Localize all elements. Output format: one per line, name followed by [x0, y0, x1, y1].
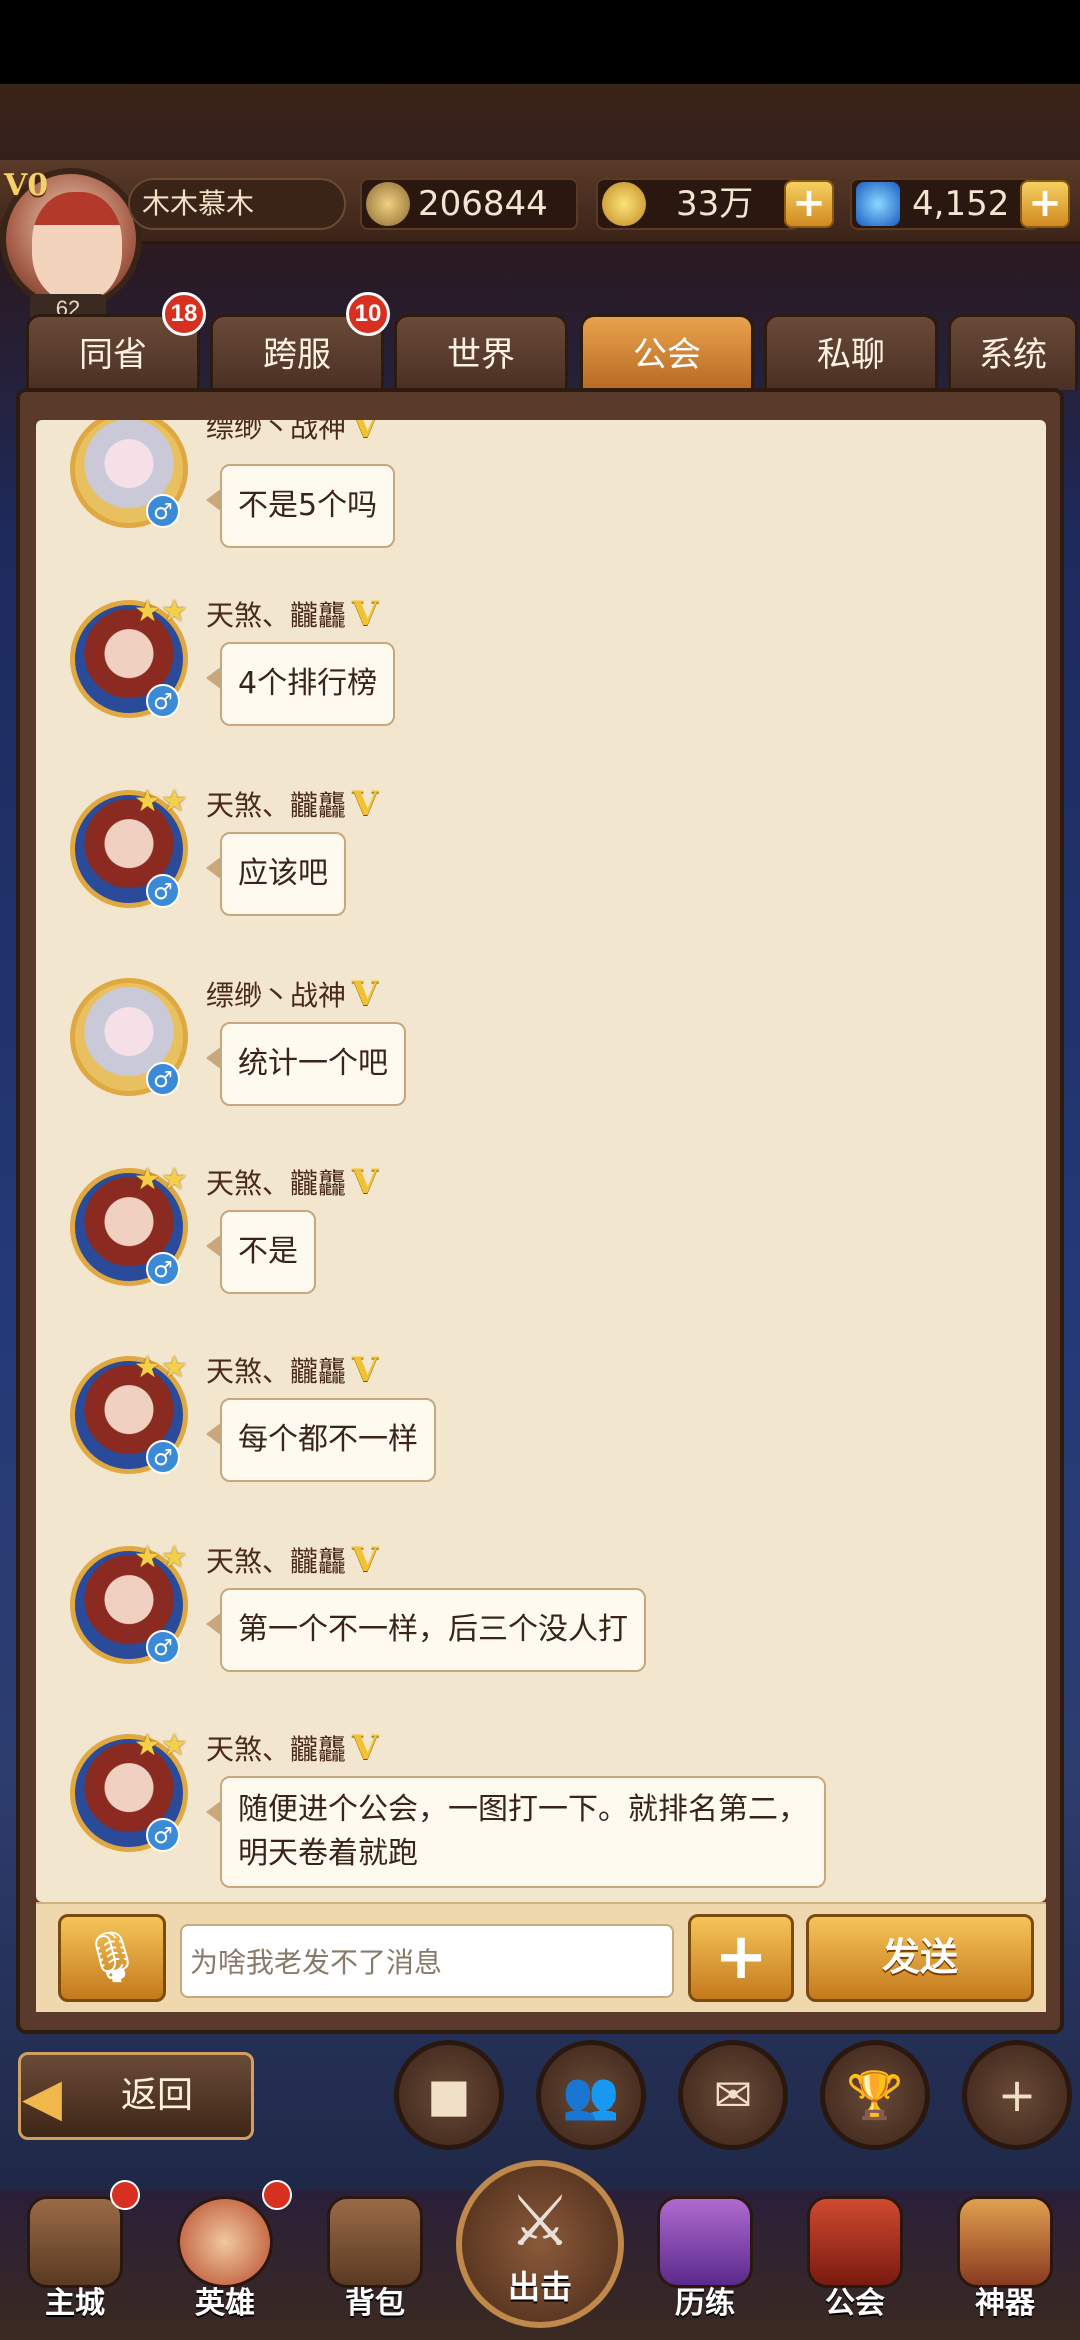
nav-label: 出击 [507, 2268, 572, 2306]
gem-value: 4,152 [912, 184, 1010, 224]
chat-message-input[interactable] [180, 1924, 674, 1998]
plus-icon: + [714, 1920, 768, 1994]
sender-name: 天煞、龖龘 V [206, 1162, 379, 1202]
gold-display: 33万 [596, 178, 800, 230]
trophy-icon: 🏆 [846, 2068, 904, 2122]
male-icon: ♂ [146, 1062, 180, 1096]
send-button[interactable]: 发送 [806, 1914, 1034, 2002]
message-bubble: 随便进个公会，一图打一下。就排名第二， 明天卷着就跑 [206, 1776, 826, 1888]
castle-icon [27, 2196, 123, 2288]
nav-label: 历练 [675, 2286, 735, 2321]
people-icon: 👥 [562, 2068, 620, 2122]
star-icon: ★★ [134, 1728, 188, 1763]
power-value: 206844 [418, 184, 548, 224]
nav-label: 主城 [45, 2286, 105, 2321]
tab-world[interactable]: 世界 [394, 314, 568, 390]
message-bubble: 每个都不一样 [206, 1398, 436, 1482]
nav-guild[interactable]: 公会 [790, 2196, 920, 2336]
message-bubble: 第一个不一样，后三个没人打 [206, 1588, 646, 1672]
video-button[interactable]: ■ [394, 2040, 504, 2150]
tab-cross-server-badge: 10 [346, 292, 390, 336]
power-display: 206844 [360, 178, 578, 230]
envelope-icon: ✉ [713, 2068, 753, 2122]
nav-main-city[interactable]: 主城 [10, 2196, 140, 2336]
message-bubble: 4个排行榜 [205, 642, 396, 726]
message-bubble: 不是 [206, 1210, 316, 1294]
mail-button[interactable]: ✉ [678, 2040, 788, 2150]
message-bubble: 不是5个吗 [205, 464, 396, 548]
star-icon: ★★ [134, 594, 188, 629]
voice-button[interactable]: 🎙 [58, 1914, 166, 2002]
gold-value: 33万 [676, 184, 754, 224]
plus-icon: + [997, 2068, 1037, 2122]
sender-name: 天煞、龖龘 V [206, 784, 379, 824]
star-icon: ★★ [134, 784, 188, 819]
add-gold-button[interactable]: + [784, 180, 834, 228]
backpack-icon [327, 2196, 423, 2288]
male-icon: ♂ [146, 874, 180, 908]
nav-training[interactable]: 历练 [640, 2196, 770, 2336]
ranking-button[interactable]: 🏆 [820, 2040, 930, 2150]
star-icon: ★★ [134, 1350, 188, 1385]
male-icon: ♂ [146, 1630, 180, 1664]
male-icon: ♂ [146, 684, 180, 718]
message-bubble: 应该吧 [206, 832, 346, 916]
tab-guild[interactable]: 公会 [580, 314, 754, 390]
nav-label: 背包 [345, 2286, 405, 2321]
sender-name: 天煞、龖龘 V [206, 1728, 379, 1768]
male-icon: ♂ [146, 1440, 180, 1474]
sender-name: 缥缈丶战神 V [206, 420, 379, 446]
avatar-face-icon [32, 192, 122, 302]
hero-icon [177, 2196, 273, 2288]
tab-province-badge: 18 [162, 292, 206, 336]
gem-icon [856, 182, 900, 226]
add-gem-button[interactable]: + [1020, 180, 1070, 228]
star-icon: ★★ [134, 1162, 188, 1197]
male-icon: ♂ [146, 1818, 180, 1852]
back-label: 返回 [121, 2075, 194, 2116]
nav-label: 神器 [975, 2286, 1035, 2321]
nav-backpack[interactable]: 背包 [310, 2196, 440, 2336]
status-area [0, 0, 1080, 84]
crossed-swords-icon: ⚔ [508, 2180, 572, 2262]
more-button[interactable]: + [962, 2040, 1072, 2150]
male-icon: ♂ [146, 494, 180, 528]
artifact-icon [957, 2196, 1053, 2288]
nav-heroes[interactable]: 英雄 [160, 2196, 290, 2336]
vip-level: V0 [4, 168, 49, 203]
male-icon: ♂ [146, 1252, 180, 1286]
microphone-icon: 🎙 [80, 1928, 144, 1986]
tab-system[interactable]: 系统 [948, 314, 1078, 390]
gold-coin-icon [602, 182, 646, 226]
star-icon: ★★ [134, 1540, 188, 1575]
sender-name: 天煞、龖龘 V [206, 1540, 379, 1580]
tab-private[interactable]: 私聊 [764, 314, 938, 390]
add-attachment-button[interactable]: + [688, 1914, 794, 2002]
nav-artifact[interactable]: 神器 [940, 2196, 1070, 2336]
player-name: 木木慕木 [128, 178, 346, 230]
nav-label: 公会 [825, 2286, 885, 2321]
friends-button[interactable]: 👥 [536, 2040, 646, 2150]
chat-messages[interactable]: ♂ 缥缈丶战神 V 不是5个吗 ★★ ♂ 天煞、龖龘 V 4个排行榜 ★★ ♂ 天煞… [36, 420, 1046, 1902]
portal-icon [657, 2196, 753, 2288]
sender-name: 天煞、龖龘 V [206, 1350, 379, 1390]
notification-dot [262, 2180, 292, 2210]
sender-name: 缥缈丶战神 V [206, 974, 379, 1014]
video-camera-icon: ■ [427, 2068, 471, 2122]
notification-dot [110, 2180, 140, 2210]
nav-label: 英雄 [195, 2286, 255, 2321]
message-bubble: 统计一个吧 [206, 1022, 406, 1106]
arrow-left-icon: ◀ [22, 2068, 62, 2128]
guild-banner-icon [807, 2196, 903, 2288]
crossed-swords-icon [366, 182, 410, 226]
nav-attack[interactable]: ⚔ 出击 [456, 2160, 624, 2328]
gem-display: 4,152 [850, 178, 1040, 230]
sender-name: 天煞、龖龘 V [206, 594, 379, 634]
